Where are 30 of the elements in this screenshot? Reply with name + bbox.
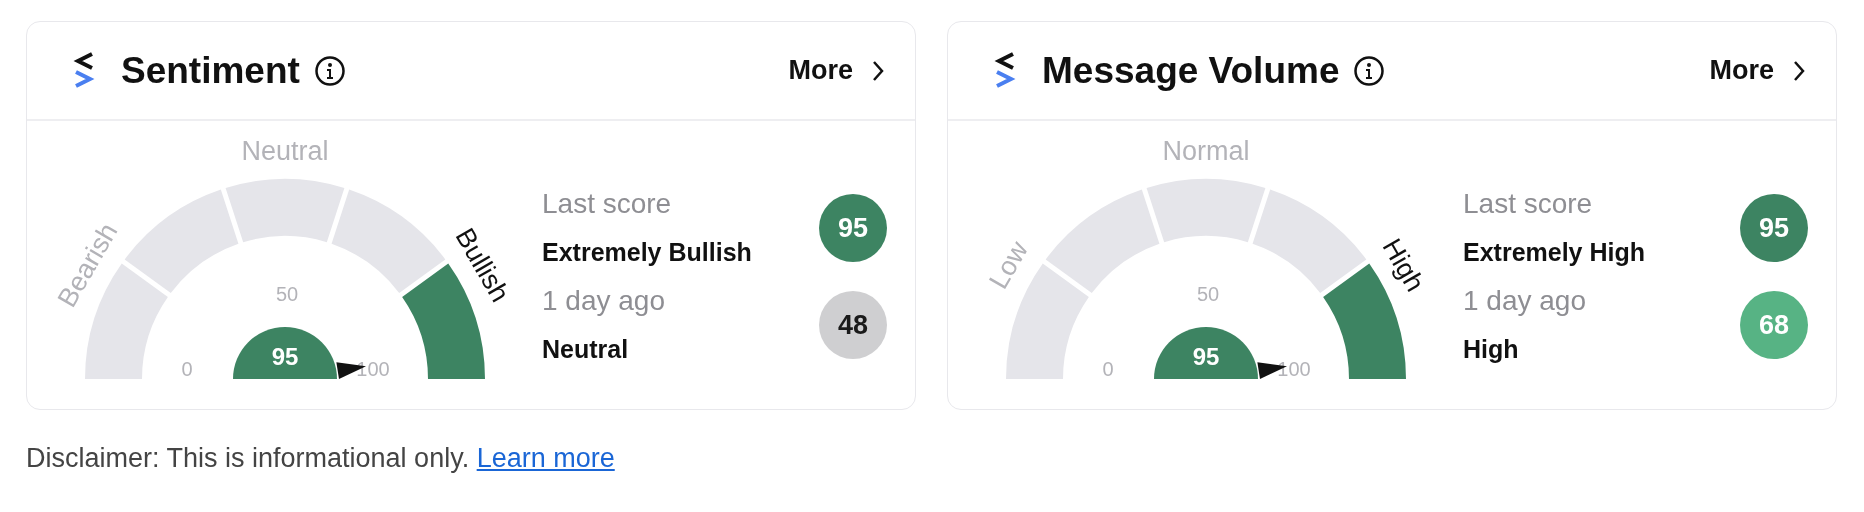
tick-label: 0 (1102, 358, 1114, 380)
disclaimer-text: Disclaimer: This is informational only. Learn more (26, 443, 616, 474)
card-title: Sentiment (121, 49, 300, 92)
tick-label: 100 (356, 358, 390, 380)
score-badge: 48 (819, 291, 887, 359)
tick-label: 50 (275, 283, 299, 305)
score-badge: 95 (1740, 194, 1808, 262)
score-value: Extremely High (1463, 237, 1645, 268)
score-badge: 95 (819, 194, 887, 262)
score-label: Last score (1463, 187, 1594, 221)
score-label: 1 day ago (542, 284, 665, 318)
tick-label: 0 (181, 358, 193, 380)
tick-label: 100 (1277, 358, 1311, 380)
more-link[interactable]: More (788, 55, 885, 86)
more-link[interactable]: More (1709, 55, 1806, 86)
zone-label: Normal (1162, 136, 1250, 167)
score-value: Neutral (542, 334, 630, 365)
zone-label: Neutral (241, 136, 329, 167)
score-label: 1 day ago (1463, 284, 1586, 318)
score-badge: 68 (1740, 291, 1808, 359)
learn-more-link[interactable]: Learn more (476, 443, 615, 473)
score-label: Last score (542, 187, 673, 221)
tick-label: 50 (1196, 283, 1220, 305)
gauge-value: 95 (1192, 343, 1220, 370)
gauge-value: 95 (271, 343, 299, 370)
info-icon[interactable] (313, 54, 346, 87)
score-value: Extremely Bullish (542, 237, 752, 268)
card-title: Message Volume (1042, 49, 1340, 92)
info-icon[interactable] (1353, 54, 1386, 87)
score-value: High (1463, 334, 1520, 365)
